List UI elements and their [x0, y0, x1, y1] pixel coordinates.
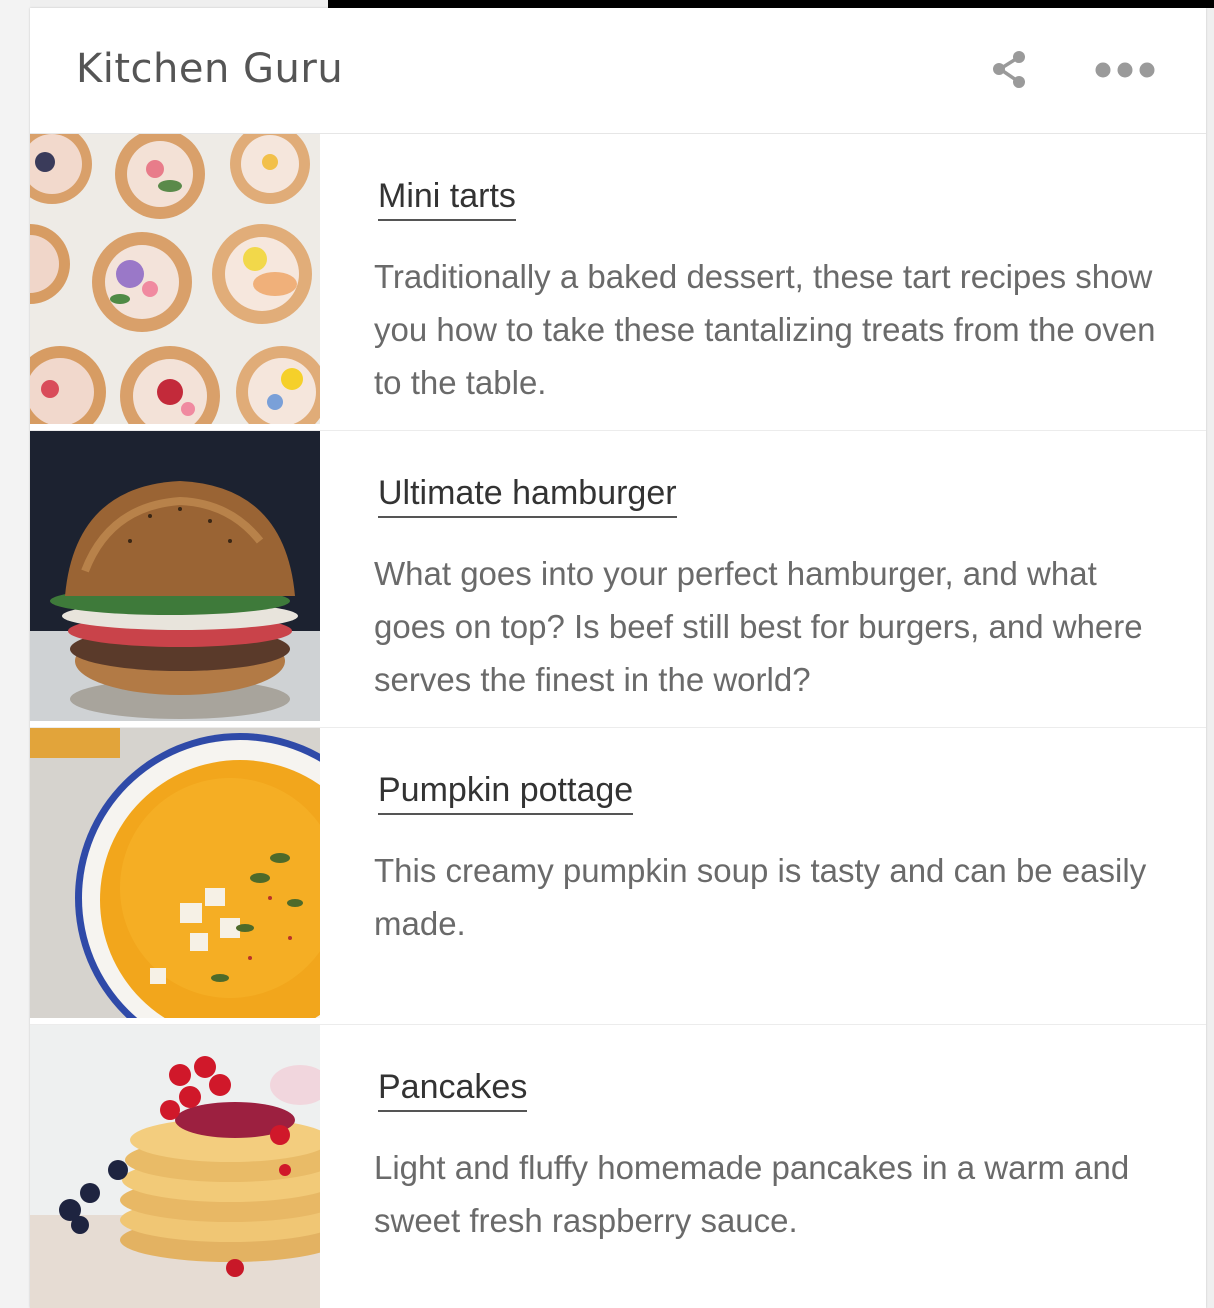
recipe-item[interactable]: Pumpkin pottage This creamy pumpkin soup…: [30, 728, 1206, 1025]
background-strip: [0, 0, 30, 1308]
recipe-description: Light and fluffy homemade pancakes in a …: [374, 1149, 1130, 1239]
window-top-edge: [328, 0, 1214, 8]
app-header: Kitchen Guru: [30, 8, 1206, 134]
share-button[interactable]: [988, 48, 1032, 92]
hamburger-image: [30, 431, 320, 721]
more-horizontal-icon: [1095, 62, 1155, 78]
recipe-item[interactable]: Pancakes Light and fluffy homemade panca…: [30, 1025, 1206, 1308]
recipe-thumbnail-mini-tarts: [30, 134, 320, 424]
mini-tarts-image: [30, 134, 320, 424]
recipe-description: What goes into your perfect hamburger, a…: [374, 555, 1143, 698]
recipe-title[interactable]: Mini tarts: [378, 176, 516, 221]
recipe-list: Mini tarts Traditionally a baked dessert…: [30, 134, 1206, 1308]
recipe-title[interactable]: Pancakes: [378, 1067, 528, 1112]
app-panel: Kitchen Guru Mini tarts Traditionally a …: [30, 8, 1206, 1308]
recipe-thumbnail-pumpkin-pottage: [30, 728, 320, 1018]
recipe-thumbnail-pancakes: [30, 1025, 320, 1308]
recipe-title[interactable]: Pumpkin pottage: [378, 770, 634, 815]
app-title: Kitchen Guru: [76, 46, 344, 92]
share-icon: [993, 51, 1025, 88]
recipe-description: This creamy pumpkin soup is tasty and ca…: [374, 852, 1147, 942]
recipe-thumbnail-ultimate-hamburger: [30, 431, 320, 721]
more-options-button[interactable]: [1092, 53, 1160, 87]
recipe-title[interactable]: Ultimate hamburger: [378, 473, 677, 518]
pumpkin-soup-image: [30, 728, 320, 1018]
recipe-description: Traditionally a baked dessert, these tar…: [374, 258, 1156, 401]
recipe-item[interactable]: Ultimate hamburger What goes into your p…: [30, 431, 1206, 728]
recipe-item[interactable]: Mini tarts Traditionally a baked dessert…: [30, 134, 1206, 431]
pancakes-image: [30, 1025, 320, 1308]
